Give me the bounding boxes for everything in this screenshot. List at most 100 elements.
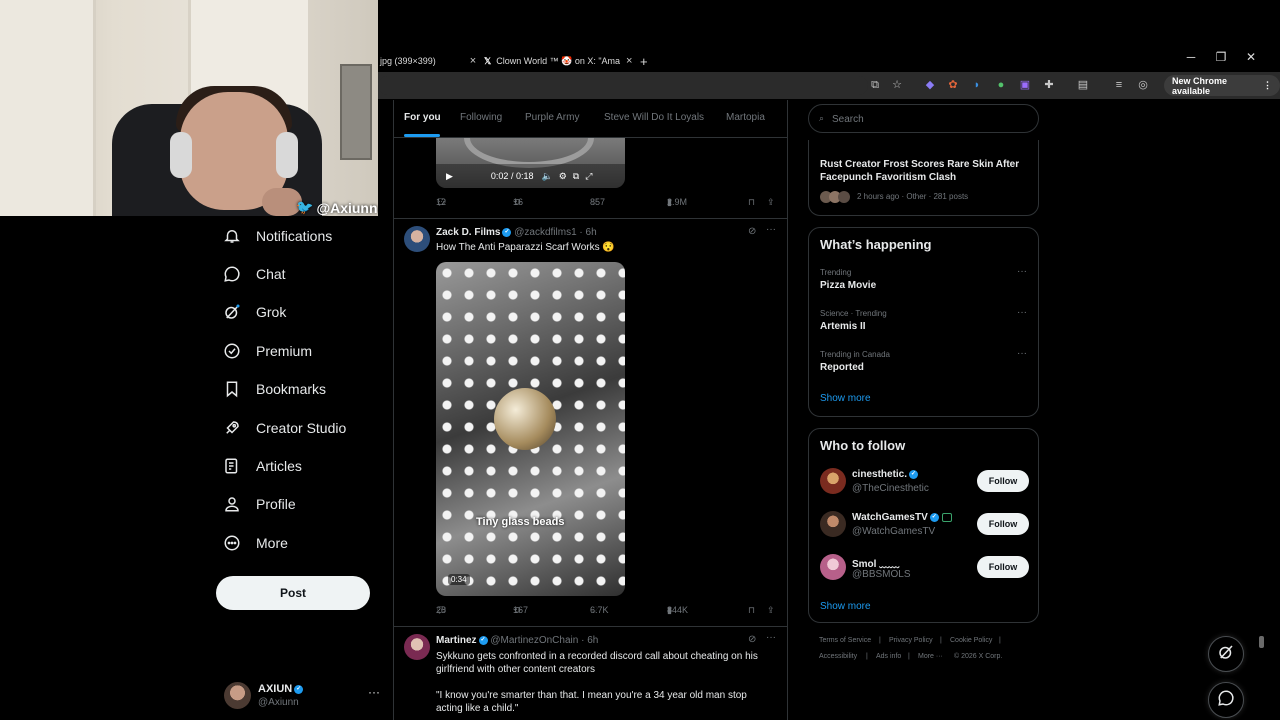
tab-martopia[interactable]: Martopia [726, 112, 765, 123]
nav-grok[interactable]: Grok [222, 297, 286, 327]
nav-more[interactable]: More [222, 528, 288, 558]
new-chrome-available-button[interactable]: New Chrome available ⋮ [1164, 75, 1280, 96]
avatar [820, 468, 846, 494]
address-bar[interactable] [378, 76, 868, 95]
nav-creator-studio[interactable]: Creator Studio [222, 413, 346, 443]
author-handle[interactable]: @MartinezOnChain · 6h [490, 635, 598, 646]
browser-tab-image[interactable]: jpg (399×399) × [380, 50, 476, 72]
bookmark-star-icon[interactable]: ☆ [890, 78, 904, 92]
nav-profile[interactable]: Profile [222, 489, 296, 519]
new-tab-button[interactable]: + [640, 50, 648, 72]
avatar[interactable] [404, 226, 430, 252]
tab-purple-army[interactable]: Purple Army [525, 112, 579, 123]
play-icon[interactable]: ▶ [446, 171, 453, 182]
twitch-extension-icon[interactable]: ▣ [1018, 78, 1032, 92]
more-dots-icon[interactable]: ··· [1017, 266, 1027, 277]
close-window-icon[interactable]: ✕ [1244, 50, 1258, 64]
fullscreen-icon[interactable]: ⤢ [585, 171, 592, 182]
footer-link[interactable]: Accessibility [819, 653, 857, 660]
top-story-card[interactable]: Rust Creator Frost Scores Rare Skin Afte… [808, 140, 1039, 216]
profile-icon[interactable]: ◎ [1136, 78, 1150, 92]
minimize-icon[interactable]: ─ [1184, 50, 1198, 64]
footer-separator: | [866, 653, 868, 660]
volume-icon[interactable]: 🔈 [541, 171, 552, 182]
follow-button[interactable]: Follow [977, 470, 1029, 492]
more-dots-icon[interactable]: ··· [766, 224, 776, 235]
tab-following[interactable]: Following [460, 112, 502, 123]
follow-button[interactable]: Follow [977, 513, 1029, 535]
extension-icon[interactable]: ● [994, 78, 1008, 92]
grok-floating-button[interactable] [1208, 636, 1244, 672]
search-input[interactable]: ⌕ Search [808, 104, 1039, 133]
extension-icon[interactable]: ◆ [923, 78, 937, 92]
more-dots-icon[interactable]: ··· [368, 685, 380, 699]
post-button[interactable]: Post [216, 576, 370, 610]
puzzle-extensions-icon[interactable]: ✚ [1042, 78, 1056, 92]
search-icon: ⌕ [819, 113, 825, 123]
story-avatars [820, 191, 854, 203]
account-handle: @BBSMOLS [852, 569, 911, 580]
video-player[interactable]: ▶ 0:02 / 0:18 🔈 ⚙ ⧉ ⤢ [436, 138, 625, 188]
grok-icon [222, 302, 242, 322]
install-app-icon[interactable]: ⧉ [868, 78, 882, 92]
nav-chat[interactable]: Chat [222, 259, 286, 289]
footer-link[interactable]: Cookie Policy [950, 637, 992, 644]
bookmark-icon[interactable]: ⊓ [748, 605, 755, 616]
video-controls: ▶ 0:02 / 0:18 🔈 ⚙ ⧉ ⤢ [436, 164, 625, 188]
share-icon[interactable]: ⇪ [767, 605, 775, 616]
door [0, 0, 96, 216]
author-name[interactable]: Zack D. Films [436, 227, 500, 238]
verified-badge-icon: ✓ [929, 512, 939, 522]
tab-steve-will-do-it-loyals[interactable]: Steve Will Do It Loyals [604, 112, 704, 123]
more-circle-icon [222, 533, 242, 553]
show-more-link[interactable]: Show more [820, 393, 871, 404]
grok-icon[interactable]: ⊘ [748, 634, 756, 645]
scrollbar[interactable] [1259, 636, 1264, 648]
more-dots-icon[interactable]: ··· [1017, 348, 1027, 359]
divider [394, 218, 787, 219]
close-tab-icon[interactable]: × [470, 55, 476, 67]
avatar[interactable] [404, 634, 430, 660]
nav-premium[interactable]: Premium [222, 336, 312, 366]
account-switcher[interactable]: AXIUN ✓ @Axiunn ··· [224, 680, 384, 712]
share-icon[interactable]: ⇪ [767, 197, 775, 208]
footer-copyright: © 2026 X Corp. [954, 653, 1003, 660]
footer-separator: | [940, 637, 942, 644]
tab-for-you[interactable]: For you [404, 112, 441, 123]
whats-happening-card: What’s happening Trending Pizza Movie ··… [808, 227, 1039, 417]
follow-button[interactable]: Follow [977, 556, 1029, 578]
person-icon [222, 494, 242, 514]
pip-icon[interactable]: ⧉ [573, 171, 579, 182]
grok-icon[interactable]: ⊘ [748, 226, 756, 237]
video-duration: 0:34 [448, 574, 470, 585]
restore-icon[interactable]: ❐ [1214, 50, 1228, 64]
nav-notifications[interactable]: Notifications [222, 221, 332, 251]
footer-link[interactable]: Terms of Service [819, 637, 871, 644]
browser-tab-x-post[interactable]: 𝕏 Clown World ™ 🤡 on X: "Ama × [484, 50, 632, 72]
author-name[interactable]: Martinez [436, 635, 477, 646]
webcam-handle: 🐦 @Axiunn [296, 199, 378, 216]
feed-tabs: For you Following Purple Army Steve Will… [394, 100, 787, 138]
story-title: Rust Creator Frost Scores Rare Skin Afte… [820, 159, 1020, 183]
bookmark-icon[interactable]: ⊓ [748, 197, 755, 208]
video-player[interactable]: Tiny glass beads 0:34 [436, 262, 625, 596]
chat-floating-button[interactable] [1208, 682, 1244, 718]
show-more-link[interactable]: Show more [820, 601, 871, 612]
more-dots-icon[interactable]: ··· [766, 632, 776, 643]
extension-icon[interactable]: ◗ [970, 78, 984, 92]
media-controls-icon[interactable]: ≡ [1112, 78, 1126, 92]
close-tab-icon[interactable]: × [626, 55, 632, 67]
tweet-quote-text: "I know you're smarter than that. I mean… [436, 690, 747, 714]
footer-link[interactable]: More ··· [918, 653, 943, 660]
author-handle[interactable]: @zackdfilms1 · 6h [514, 227, 596, 238]
footer-link[interactable]: Ads info [876, 653, 901, 660]
extension-icon[interactable]: ✿ [946, 78, 960, 92]
tweet-text: How The Anti Paparazzi Scarf Works 😯 [436, 242, 615, 253]
footer-link[interactable]: Privacy Policy [889, 637, 933, 644]
nav-articles[interactable]: Articles [222, 451, 302, 481]
side-panel-icon[interactable]: ▤ [1076, 78, 1090, 92]
settings-icon[interactable]: ⚙ [559, 171, 567, 182]
verified-badge-icon: ✓ [478, 635, 488, 645]
more-dots-icon[interactable]: ··· [1017, 307, 1027, 318]
nav-bookmarks[interactable]: Bookmarks [222, 374, 326, 404]
